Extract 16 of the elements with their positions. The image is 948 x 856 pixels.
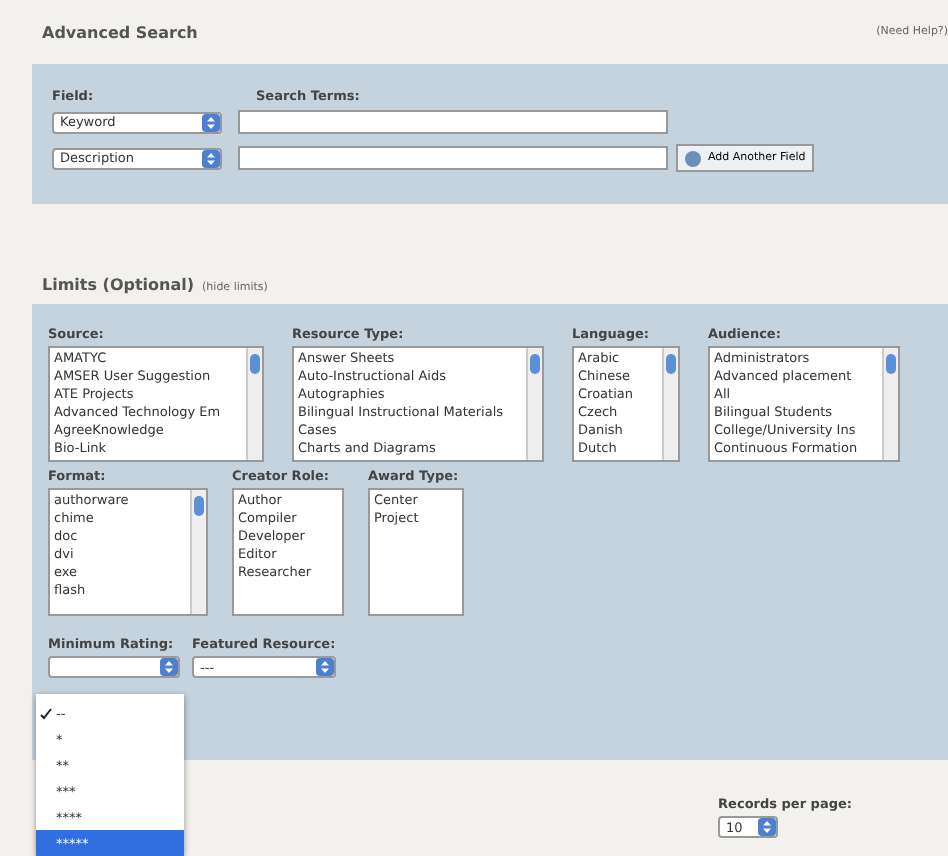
stepper-icon (316, 658, 334, 676)
page-title: Advanced Search (42, 23, 198, 41)
scrollbar[interactable] (190, 490, 206, 614)
scrollbar[interactable] (526, 348, 542, 460)
section-title: Limits (Optional) (42, 276, 195, 294)
stepper-icon (202, 113, 220, 131)
rating-select[interactable] (48, 656, 180, 678)
stepper-icon (160, 658, 178, 676)
scrollbar[interactable] (662, 348, 678, 460)
scrollbar[interactable] (246, 348, 262, 460)
stepper-icon (758, 818, 777, 836)
check-icon (40, 707, 52, 719)
scrollbar[interactable] (882, 348, 898, 460)
search-field[interactable] (238, 146, 668, 170)
search-field[interactable] (238, 110, 668, 134)
stepper-icon (202, 149, 220, 167)
